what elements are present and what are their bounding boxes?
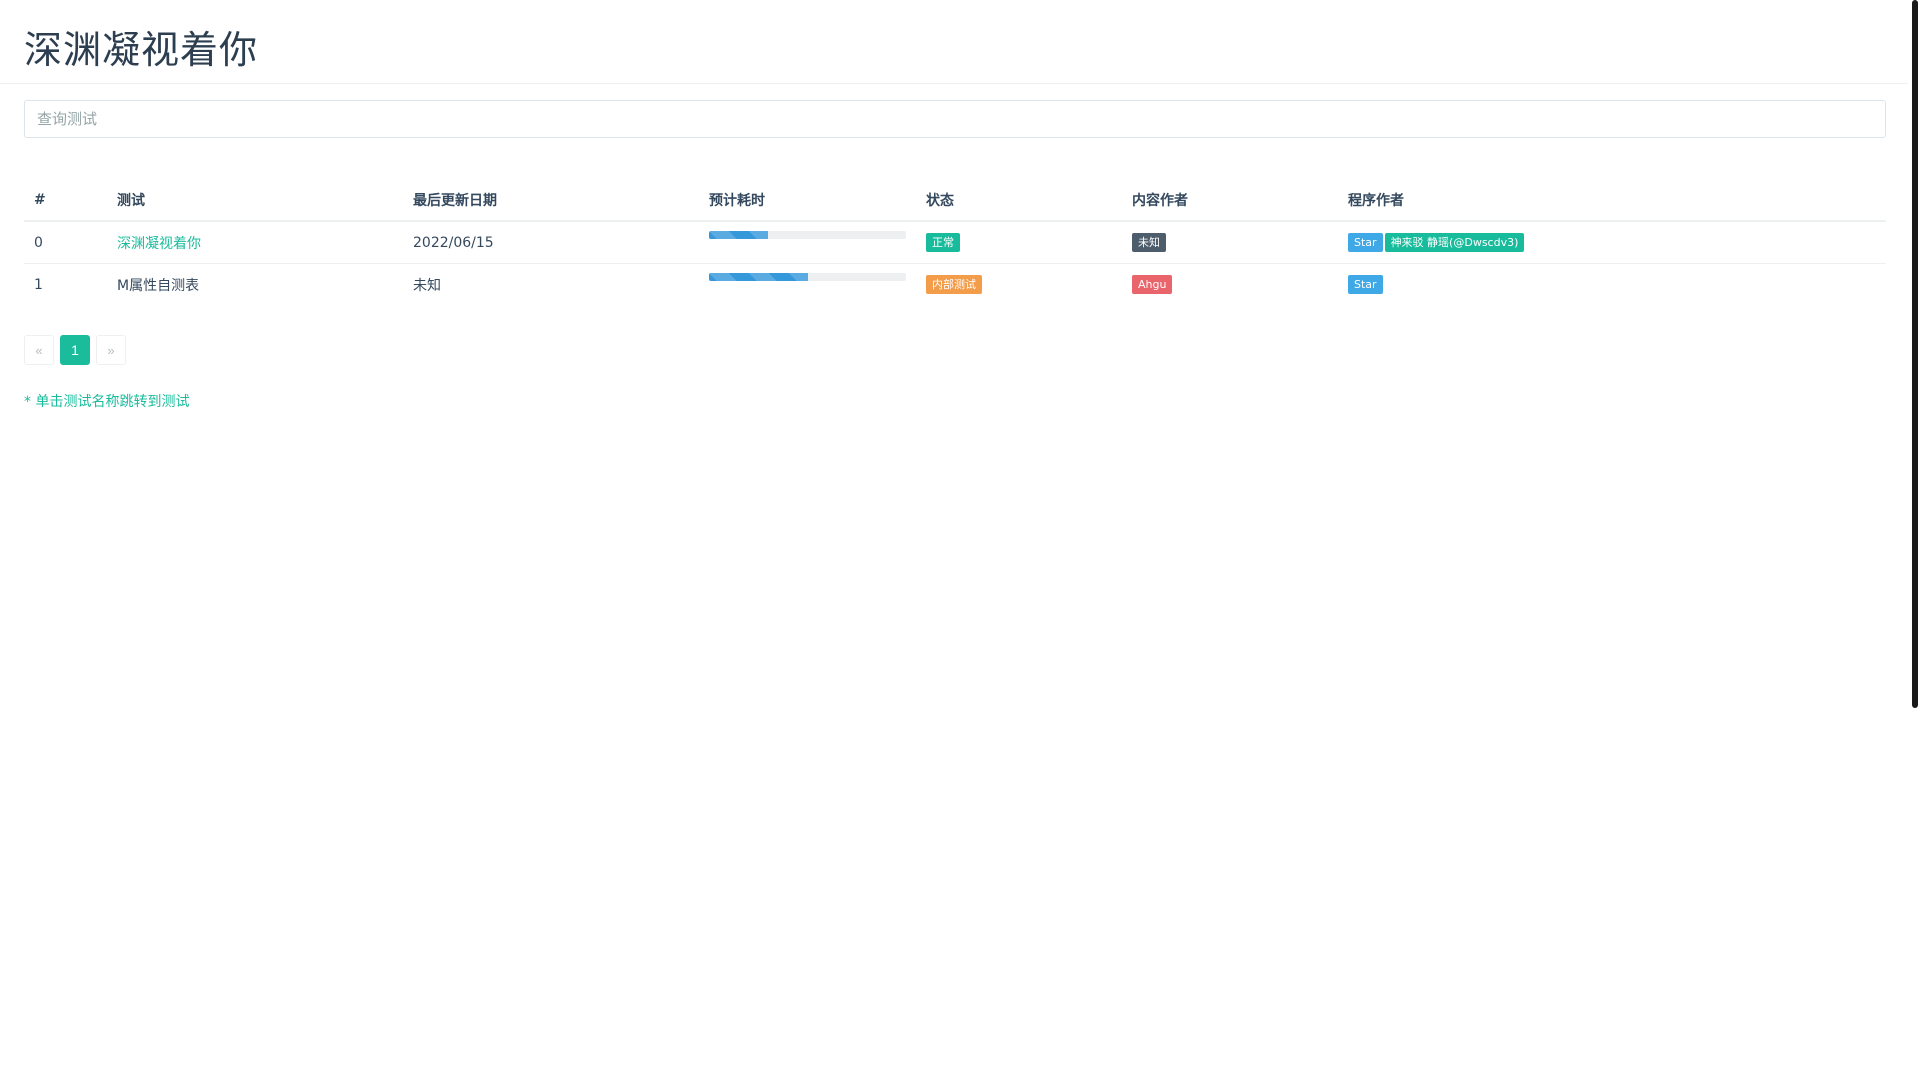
scrollbar-thumb[interactable]: [1912, 0, 1918, 708]
table-row: 1 M属性自测表 未知 内部测试 Ahgu Star: [24, 264, 1886, 306]
column-header-test: 测试: [107, 180, 403, 222]
pagination-prev-button[interactable]: «: [24, 335, 54, 365]
pagination-next-button[interactable]: »: [96, 335, 126, 365]
column-header-index: #: [24, 180, 107, 222]
column-header-content-author: 内容作者: [1122, 180, 1338, 222]
status-badge: 正常: [926, 233, 960, 252]
column-header-duration: 预计耗时: [699, 180, 916, 222]
table-row: 0 深渊凝视着你 2022/06/15 正常 未知 Star 神来驳 静瑶(@Dwscdv3…: [24, 221, 1886, 264]
duration-progress: [709, 230, 906, 239]
status-badge: 内部测试: [926, 275, 982, 294]
page-header: 深渊凝视着你: [0, 0, 1920, 84]
content-author-badge: Ahgu: [1132, 275, 1173, 294]
row-test-name-cell: M属性自测表: [107, 264, 403, 306]
column-header-status: 状态: [916, 180, 1122, 222]
duration-progress: [709, 272, 906, 281]
row-content-author-cell: 未知: [1122, 221, 1338, 264]
row-duration-cell: [699, 221, 916, 264]
program-author-badge: Star: [1348, 275, 1383, 294]
program-author-badge: 神来驳 静瑶(@Dwscdv3): [1384, 233, 1525, 252]
row-program-author-cell: Star 神来驳 静瑶(@Dwscdv3): [1338, 221, 1886, 264]
content-author-badge: 未知: [1132, 233, 1166, 252]
row-test-name-cell: 深渊凝视着你: [107, 221, 403, 264]
row-updated-date: 未知: [413, 277, 441, 294]
main-content: # 测试 最后更新日期 预计耗时 状态 内容作者 程序作者 0 深渊凝视着你 202…: [0, 100, 1910, 411]
row-index: 1: [34, 276, 43, 293]
row-program-author-cell: Star: [1338, 264, 1886, 306]
row-duration-cell: [699, 264, 916, 306]
row-status-cell: 正常: [916, 221, 1122, 264]
page-title: 深渊凝视着你: [24, 28, 259, 72]
duration-progress-bar: [709, 230, 769, 239]
page: 深渊凝视着你 # 测试 最后更新日期 预计耗时 状态 内容作者 程序作者 0 深渊…: [0, 0, 1920, 1080]
search-input[interactable]: [24, 100, 1886, 138]
pagination: « 1 »: [24, 335, 1886, 365]
row-status-cell: 内部测试: [916, 264, 1122, 306]
column-header-updated: 最后更新日期: [403, 180, 699, 222]
row-updated-date: 2022/06/15: [403, 221, 699, 264]
vertical-scrollbar[interactable]: [1908, 0, 1920, 1080]
program-author-badge: Star: [1348, 233, 1383, 252]
duration-progress-bar: [709, 272, 808, 281]
tests-table: # 测试 最后更新日期 预计耗时 状态 内容作者 程序作者 0 深渊凝视着你 202…: [24, 180, 1886, 305]
hint-text: * 单击测试名称跳转到测试: [24, 394, 190, 410]
table-body: 0 深渊凝视着你 2022/06/15 正常 未知 Star 神来驳 静瑶(@Dwscdv3…: [24, 221, 1886, 305]
row-content-author-cell: Ahgu: [1122, 264, 1338, 306]
row-index: 0: [24, 221, 107, 264]
table-header-row: # 测试 最后更新日期 预计耗时 状态 内容作者 程序作者: [24, 180, 1886, 222]
test-name-text: M属性自测表: [117, 277, 200, 294]
pagination-page-1-button[interactable]: 1: [60, 335, 90, 365]
column-header-program-author: 程序作者: [1338, 180, 1886, 222]
test-name-link[interactable]: 深渊凝视着你: [117, 236, 201, 252]
